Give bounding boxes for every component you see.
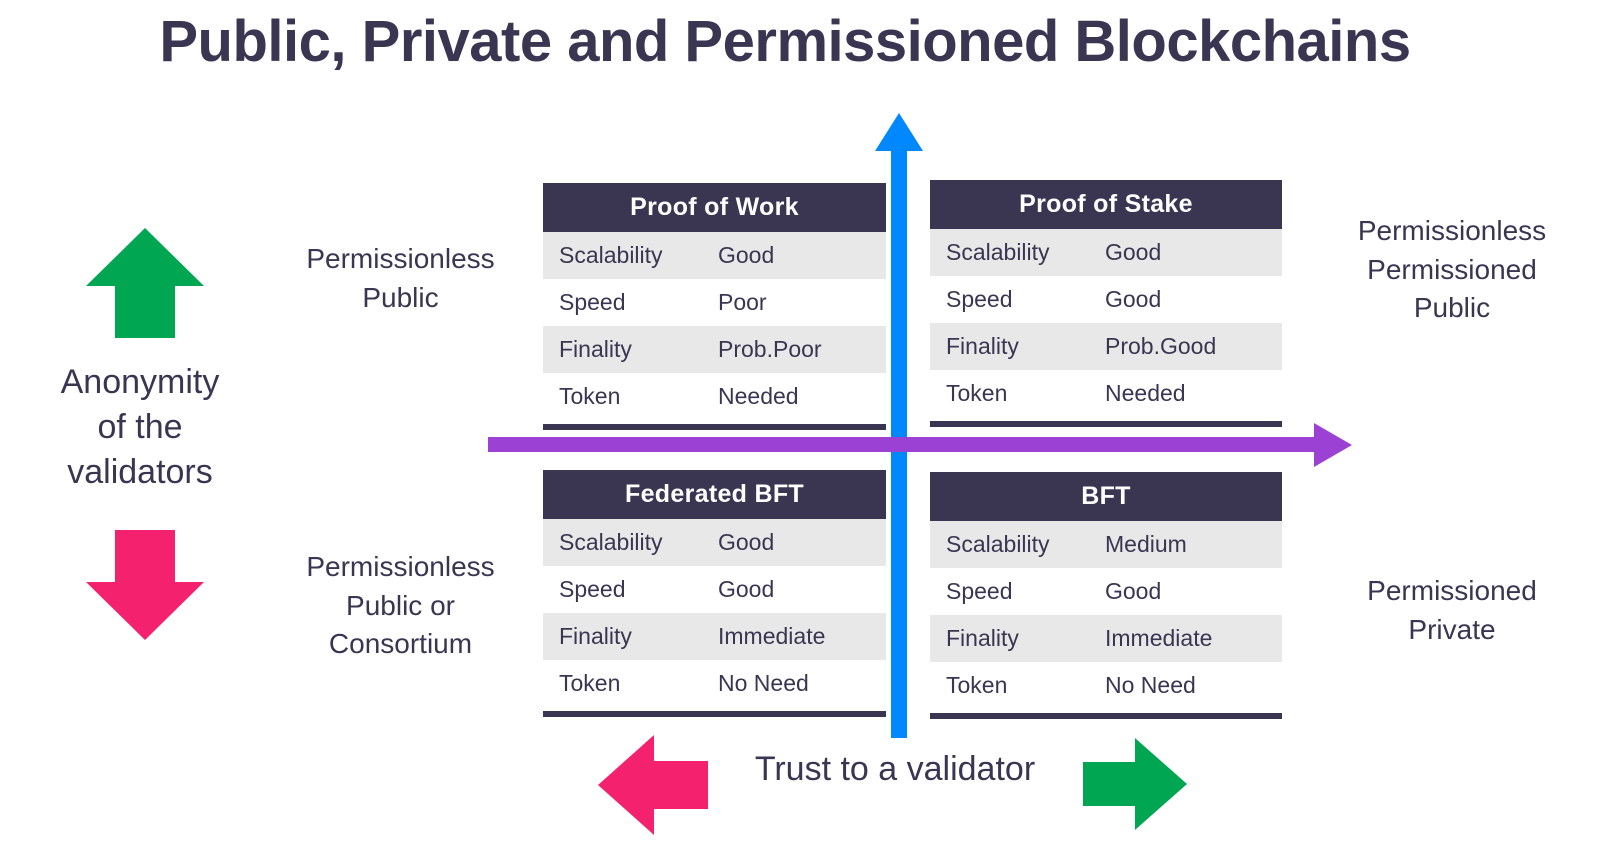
table-row: Scalability Medium: [930, 521, 1282, 568]
quadrant-table-proof-of-stake: Proof of Stake Scalability Good Speed Go…: [930, 180, 1282, 427]
table-cell-key: Finality: [559, 623, 632, 649]
table-row: Speed Good: [930, 568, 1282, 615]
table-cell-key: Speed: [946, 578, 1013, 604]
table-cell-key: Speed: [559, 576, 626, 602]
table-row: Scalability Good: [543, 232, 886, 279]
table-cell-value: Medium: [1105, 531, 1187, 557]
table-cell-key: Token: [946, 672, 1008, 698]
table-row: Finality Immediate: [543, 613, 886, 660]
anonymity-axis-label-line-2: of the: [97, 408, 183, 447]
table-cell-value: No Need: [1105, 672, 1196, 698]
quadrant-label-bottom-right-line-2: Private: [1408, 613, 1496, 645]
quadrant-label-top-left-line-1: Permissionless: [306, 243, 495, 274]
table-cell-value: Prob.Good: [1105, 333, 1217, 359]
table-bottom-rule: [930, 421, 1282, 427]
table-cell-value: Good: [1105, 578, 1162, 604]
quadrant-label-bottom-right-line-1: Permissioned: [1367, 575, 1537, 606]
quadrant-label-bottom-left: Permissionless Public or Consortium: [268, 548, 533, 664]
quadrant-table-bft: BFT Scalability Medium Speed Good Finali…: [930, 472, 1282, 719]
table-cell-value: Needed: [1105, 380, 1186, 406]
quadrant-label-bottom-right: Permissioned Private: [1318, 572, 1586, 649]
quadrant-label-bottom-left-line-2: Public or: [346, 589, 455, 621]
table-cell-value: Good: [718, 242, 775, 268]
table-cell-key: Finality: [559, 336, 632, 362]
table-row: Speed Good: [930, 276, 1282, 323]
table-row: Token Needed: [930, 370, 1282, 417]
table-cell-value: Needed: [718, 383, 799, 409]
table-row: Finality Immediate: [930, 615, 1282, 662]
vertical-axis-arrowhead-icon: [875, 113, 923, 151]
arrow-up-icon: [86, 228, 204, 338]
table-cell-key: Scalability: [559, 529, 663, 555]
table-cell-value: Poor: [718, 289, 767, 315]
table-cell-key: Speed: [559, 289, 626, 315]
trust-axis-label: Trust to a validator: [754, 750, 1036, 788]
table-row: Finality Prob.Good: [930, 323, 1282, 370]
table-cell-value: Good: [718, 529, 775, 555]
table-row: Scalability Good: [930, 229, 1282, 276]
table-cell-key: Finality: [946, 625, 1019, 651]
quadrant-table-federated-bft: Federated BFT Scalability Good Speed Goo…: [543, 470, 886, 717]
table-cell-value: No Need: [718, 670, 809, 696]
table-cell-value: Immediate: [718, 623, 826, 649]
table-cell-key: Scalability: [946, 239, 1050, 265]
table-header-federated-bft: Federated BFT: [543, 470, 886, 519]
table-row: Token No Need: [543, 660, 886, 707]
table-cell-value: Immediate: [1105, 625, 1213, 651]
arrow-left-icon: [598, 735, 708, 835]
table-cell-value: Prob.Poor: [718, 336, 822, 362]
quadrant-label-top-right: Permissionless Permissioned Public: [1318, 212, 1586, 328]
anonymity-axis-label: Anonymity of the validators: [15, 360, 265, 496]
table-cell-value: Good: [718, 576, 775, 602]
table-row: Token Needed: [543, 373, 886, 420]
table-cell-value: Good: [1105, 286, 1162, 312]
quadrant-table-proof-of-work: Proof of Work Scalability Good Speed Poo…: [543, 183, 886, 430]
quadrant-label-top-right-line-1: Permissionless: [1357, 215, 1547, 246]
table-row: Finality Prob.Poor: [543, 326, 886, 373]
table-cell-key: Finality: [946, 333, 1019, 359]
quadrant-label-top-left-line-2: Public: [362, 281, 439, 313]
table-cell-key: Speed: [946, 286, 1013, 312]
table-cell-key: Token: [559, 383, 621, 409]
quadrant-label-top-right-line-2: Permissioned: [1367, 253, 1537, 285]
arrow-right-icon: [1083, 738, 1187, 830]
horizontal-axis-arrowhead-icon: [1314, 423, 1352, 467]
table-row: Speed Poor: [543, 279, 886, 326]
table-row: Scalability Good: [543, 519, 886, 566]
anonymity-axis-label-line-3: validators: [67, 453, 213, 492]
table-bottom-rule: [930, 713, 1282, 719]
table-cell-key: Token: [559, 670, 621, 696]
table-cell-key: Scalability: [559, 242, 663, 268]
quadrant-label-bottom-left-line-1: Permissionless: [306, 551, 495, 582]
table-header-bft: BFT: [930, 472, 1282, 521]
quadrant-label-bottom-left-line-3: Consortium: [328, 628, 473, 660]
table-bottom-rule: [543, 424, 886, 430]
anonymity-axis-label-line-1: Anonymity: [60, 363, 220, 401]
horizontal-axis-line: [488, 437, 1316, 452]
page-title: Public, Private and Permissioned Blockch…: [159, 9, 1411, 74]
table-header-proof-of-stake: Proof of Stake: [930, 180, 1282, 229]
arrow-down-icon: [86, 530, 204, 640]
table-row: Token No Need: [930, 662, 1282, 709]
table-cell-value: Good: [1105, 239, 1162, 265]
table-cell-key: Token: [946, 380, 1008, 406]
table-bottom-rule: [543, 711, 886, 717]
quadrant-label-top-left: Permissionless Public: [268, 240, 533, 317]
quadrant-label-top-right-line-3: Public: [1413, 292, 1491, 324]
table-row: Speed Good: [543, 566, 886, 613]
table-header-proof-of-work: Proof of Work: [543, 183, 886, 232]
table-cell-key: Scalability: [946, 531, 1050, 557]
